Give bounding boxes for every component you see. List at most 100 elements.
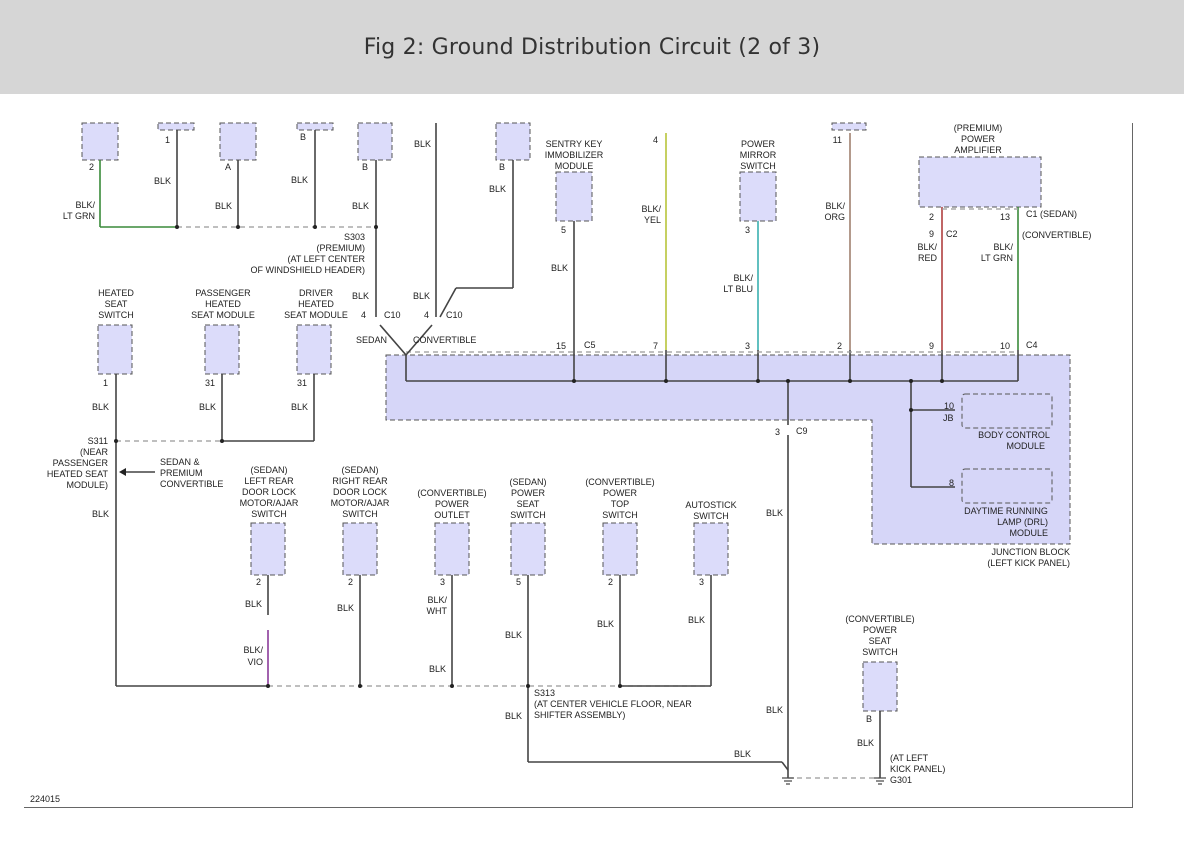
svg-text:5: 5 — [561, 225, 566, 235]
svg-text:4: 4 — [361, 310, 366, 320]
svg-text:BLK: BLK — [352, 201, 369, 211]
svg-text:15: 15 — [556, 341, 566, 351]
svg-text:POWER: POWER — [961, 134, 996, 144]
svg-text:(CONVERTIBLE): (CONVERTIBLE) — [585, 477, 654, 487]
svg-text:(PREMIUM): (PREMIUM) — [954, 123, 1003, 133]
svg-text:PREMIUM: PREMIUM — [160, 468, 203, 478]
svg-text:BLK: BLK — [413, 291, 430, 301]
svg-text:A: A — [225, 162, 231, 172]
svg-text:BLK: BLK — [337, 603, 354, 613]
svg-text:1: 1 — [165, 135, 170, 145]
svg-text:5: 5 — [516, 577, 521, 587]
svg-text:IMMOBILIZER: IMMOBILIZER — [545, 150, 604, 160]
svg-text:SHIFTER ASSEMBLY): SHIFTER ASSEMBLY) — [534, 710, 625, 720]
svg-text:S303: S303 — [344, 232, 365, 242]
svg-text:RED: RED — [918, 253, 938, 263]
svg-text:SEDAN: SEDAN — [356, 335, 387, 345]
svg-text:4: 4 — [424, 310, 429, 320]
svg-text:2: 2 — [348, 577, 353, 587]
svg-text:(NEAR: (NEAR — [80, 447, 109, 457]
svg-text:C1 (SEDAN): C1 (SEDAN) — [1026, 209, 1077, 219]
body-control-module — [961, 393, 1053, 429]
svg-text:3: 3 — [699, 577, 704, 587]
svg-text:10: 10 — [1000, 341, 1010, 351]
svg-text:MOTOR/AJAR: MOTOR/AJAR — [331, 498, 390, 508]
svg-text:C10: C10 — [384, 310, 401, 320]
svg-text:C4: C4 — [1026, 340, 1038, 350]
svg-text:2: 2 — [89, 162, 94, 172]
svg-text:MIRROR: MIRROR — [740, 150, 777, 160]
svg-text:POWER: POWER — [435, 499, 470, 509]
svg-text:TOP: TOP — [611, 499, 629, 509]
svg-text:RIGHT REAR: RIGHT REAR — [332, 476, 388, 486]
svg-text:3: 3 — [745, 341, 750, 351]
svg-text:9: 9 — [929, 341, 934, 351]
svg-text:SEDAN &: SEDAN & — [160, 457, 200, 467]
svg-text:BLK: BLK — [505, 630, 522, 640]
svg-text:SWITCH: SWITCH — [251, 509, 287, 519]
svg-text:YEL: YEL — [644, 215, 661, 225]
svg-text:13: 13 — [1000, 212, 1010, 222]
svg-text:SWITCH: SWITCH — [740, 161, 776, 171]
svg-text:C9: C9 — [796, 426, 808, 436]
svg-text:HEATED: HEATED — [205, 299, 241, 309]
svg-text:BLK/: BLK/ — [75, 200, 95, 210]
svg-text:OF WINDSHIELD HEADER): OF WINDSHIELD HEADER) — [250, 265, 365, 275]
svg-text:BLK: BLK — [734, 749, 751, 759]
svg-text:2: 2 — [837, 341, 842, 351]
svg-text:MODULE: MODULE — [1006, 441, 1045, 451]
svg-text:HEATED SEAT: HEATED SEAT — [47, 469, 109, 479]
svg-text:(PREMIUM): (PREMIUM) — [317, 243, 366, 253]
svg-text:B: B — [362, 162, 368, 172]
svg-text:CONVERTIBLE: CONVERTIBLE — [160, 479, 223, 489]
svg-text:SWITCH: SWITCH — [693, 511, 729, 521]
svg-text:3: 3 — [775, 427, 780, 437]
svg-text:SWITCH: SWITCH — [602, 510, 638, 520]
svg-text:BLK: BLK — [352, 291, 369, 301]
svg-text:KICK PANEL): KICK PANEL) — [890, 764, 945, 774]
svg-text:MOTOR/AJAR: MOTOR/AJAR — [240, 498, 299, 508]
svg-text:9: 9 — [929, 229, 934, 239]
svg-text:BLK: BLK — [551, 263, 568, 273]
svg-text:1: 1 — [103, 378, 108, 388]
heated-seat-switch-box — [97, 324, 133, 375]
svg-text:BLK: BLK — [215, 201, 232, 211]
svg-text:(AT LEFT CENTER: (AT LEFT CENTER — [287, 254, 365, 264]
svg-text:DRIVER: DRIVER — [299, 288, 334, 298]
svg-text:LT GRN: LT GRN — [63, 211, 95, 221]
svg-text:BLK/: BLK/ — [641, 204, 661, 214]
svg-text:DAYTIME RUNNING: DAYTIME RUNNING — [964, 506, 1048, 516]
svg-text:C2: C2 — [946, 229, 958, 239]
svg-text:2: 2 — [608, 577, 613, 587]
svg-text:BLK: BLK — [429, 664, 446, 674]
svg-text:AUTOSTICK: AUTOSTICK — [685, 500, 736, 510]
svg-text:ORG: ORG — [824, 212, 845, 222]
svg-text:MODULE): MODULE) — [66, 480, 108, 490]
svg-text:BLK: BLK — [245, 599, 262, 609]
svg-text:(AT LEFT: (AT LEFT — [890, 753, 929, 763]
svg-text:2: 2 — [256, 577, 261, 587]
svg-text:(SEDAN): (SEDAN) — [250, 465, 287, 475]
svg-text:(CONVERTIBLE): (CONVERTIBLE) — [845, 614, 914, 624]
svg-text:WHT: WHT — [427, 606, 448, 616]
svg-text:PASSENGER: PASSENGER — [195, 288, 251, 298]
svg-text:7: 7 — [653, 341, 658, 351]
svg-text:BLK: BLK — [199, 402, 216, 412]
conv-power-seat-box — [862, 661, 898, 712]
svg-text:MODULE: MODULE — [1009, 528, 1048, 538]
svg-text:VIO: VIO — [247, 657, 263, 667]
svg-text:S311: S311 — [88, 436, 108, 446]
svg-text:CONVERTIBLE: CONVERTIBLE — [413, 335, 476, 345]
sentry-key-module-box — [555, 171, 593, 222]
svg-text:SWITCH: SWITCH — [862, 647, 898, 657]
svg-text:(SEDAN): (SEDAN) — [509, 477, 546, 487]
svg-text:MODULE: MODULE — [555, 161, 594, 171]
svg-text:G301: G301 — [890, 775, 912, 785]
premium-amp-box — [918, 156, 1042, 208]
svg-text:8: 8 — [949, 478, 954, 488]
svg-text:(LEFT KICK PANEL): (LEFT KICK PANEL) — [987, 558, 1070, 568]
svg-text:LT BLU: LT BLU — [723, 284, 753, 294]
svg-text:31: 31 — [205, 378, 215, 388]
svg-text:BLK: BLK — [766, 508, 783, 518]
svg-text:C5: C5 — [584, 340, 596, 350]
